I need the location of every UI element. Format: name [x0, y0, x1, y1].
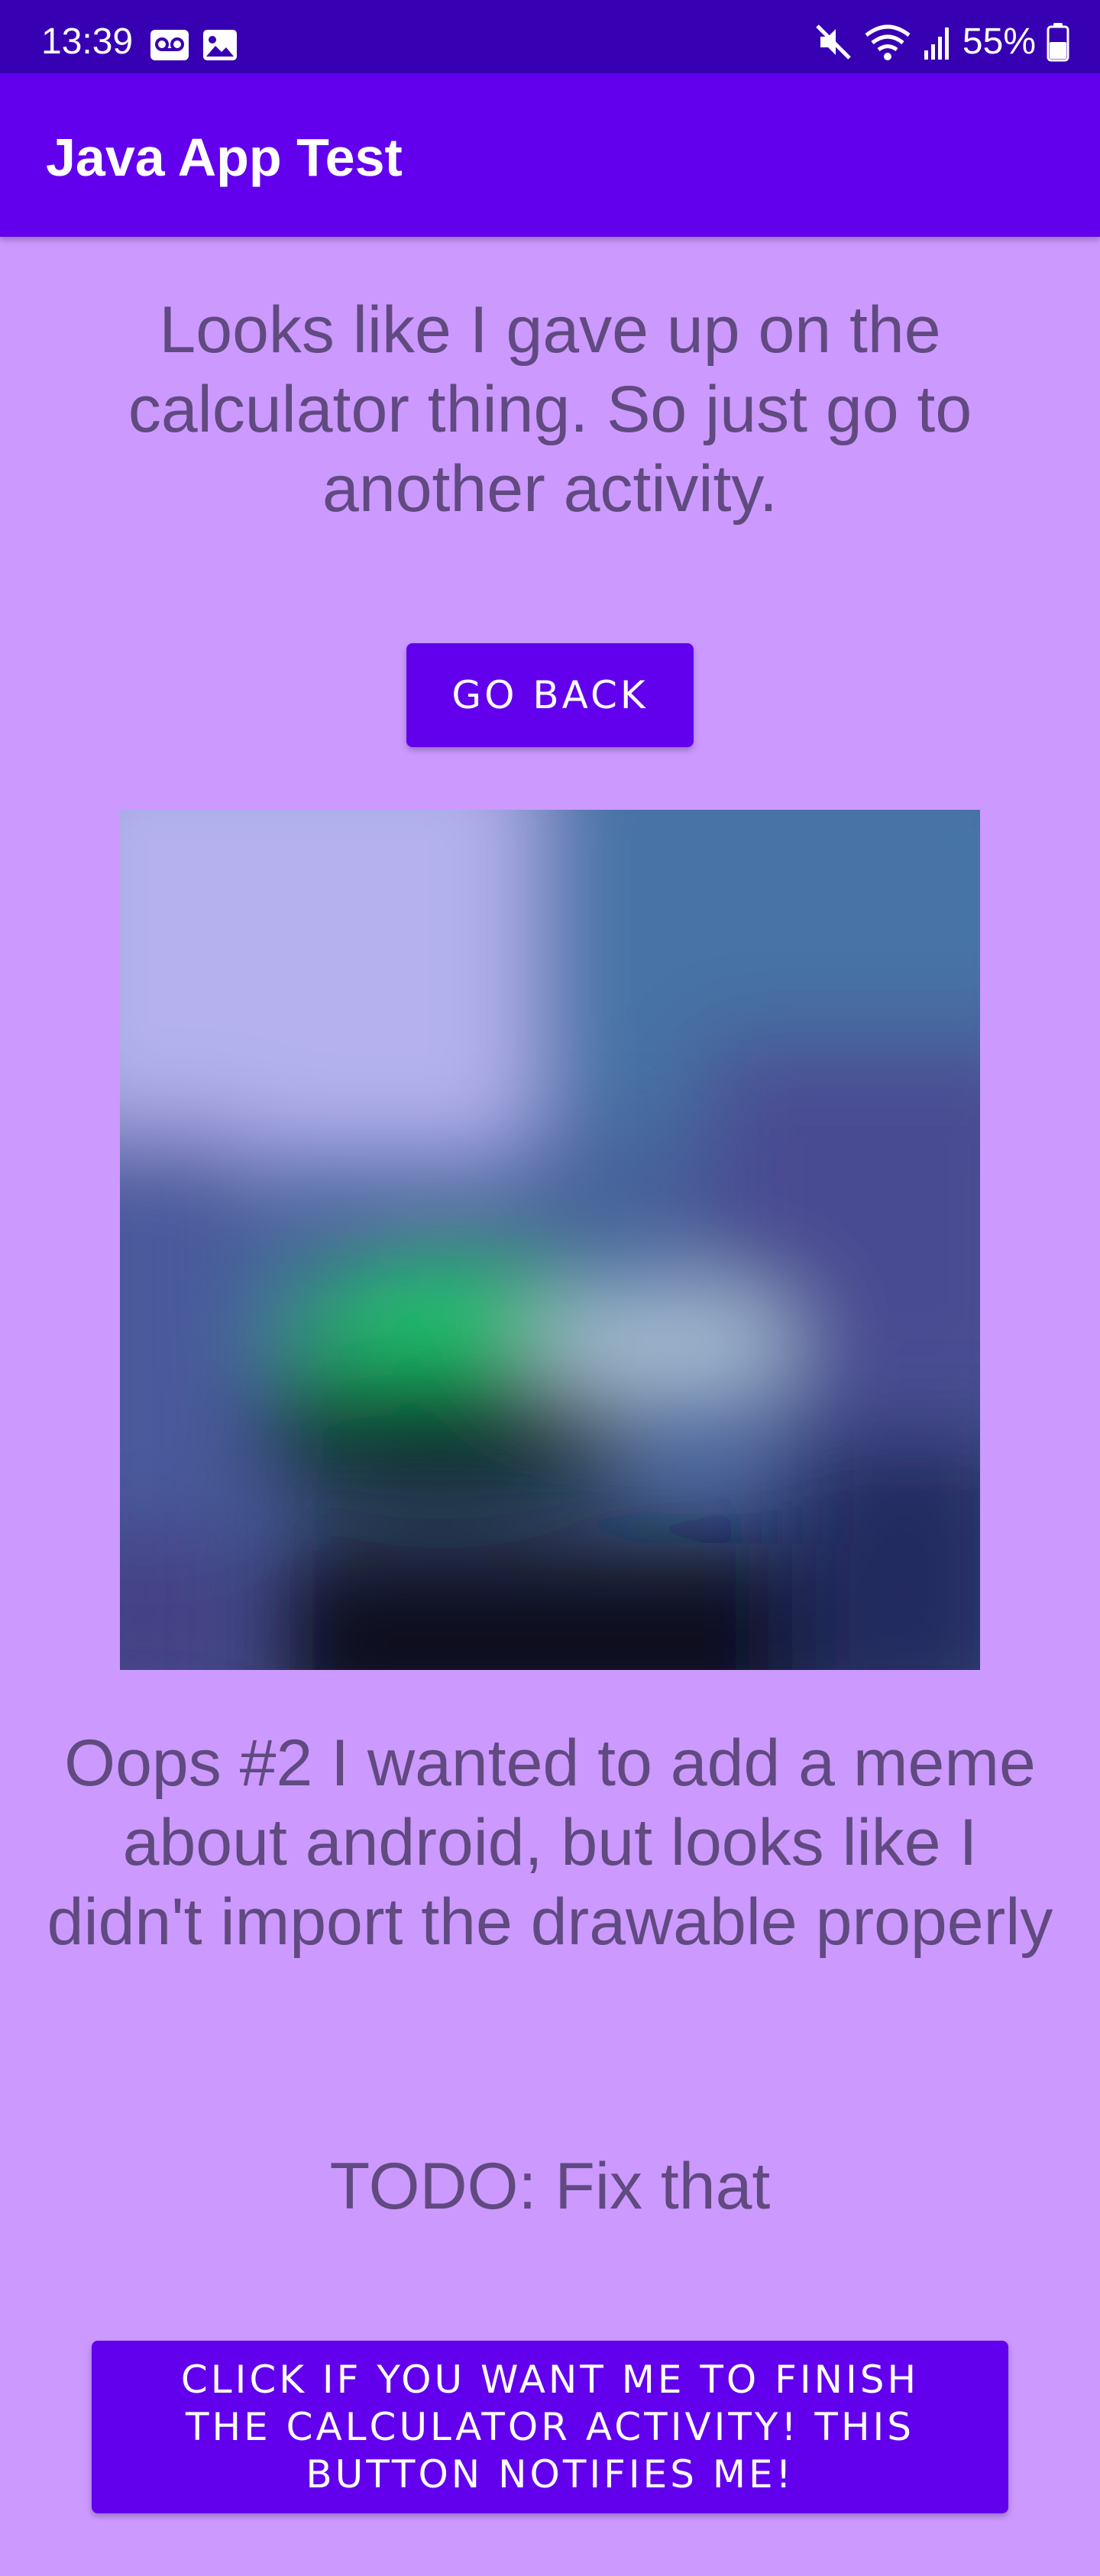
blurred-image — [120, 810, 980, 1670]
status-bar: 13:39 55% — [0, 0, 1100, 73]
meme-image-placeholder — [120, 810, 980, 1670]
status-time: 13:39 — [41, 21, 134, 62]
battery-percentage: 55% — [962, 21, 1036, 62]
battery-icon — [1047, 23, 1069, 62]
go-back-button[interactable]: GO BACK — [406, 643, 694, 747]
status-right: 55% — [814, 21, 1069, 63]
intro-text: Looks like I gave up on the calculator t… — [128, 293, 972, 526]
oops-text: Oops #2 I wanted to add a meme about and… — [47, 1727, 1053, 1959]
image-icon — [203, 30, 237, 60]
signal-icon — [924, 28, 949, 60]
wifi-icon — [865, 24, 911, 60]
app-bar: Java App Test — [0, 73, 1100, 237]
status-icons-left — [150, 29, 240, 61]
mute-icon — [816, 24, 851, 60]
app-title: Java App Test — [46, 128, 403, 187]
voicemail-icon — [150, 30, 189, 60]
notify-button[interactable]: CLICK IF YOU WANT ME TO FINISH THE CALCU… — [92, 2341, 1008, 2513]
todo-text: TODO: Fix that — [329, 2150, 771, 2223]
